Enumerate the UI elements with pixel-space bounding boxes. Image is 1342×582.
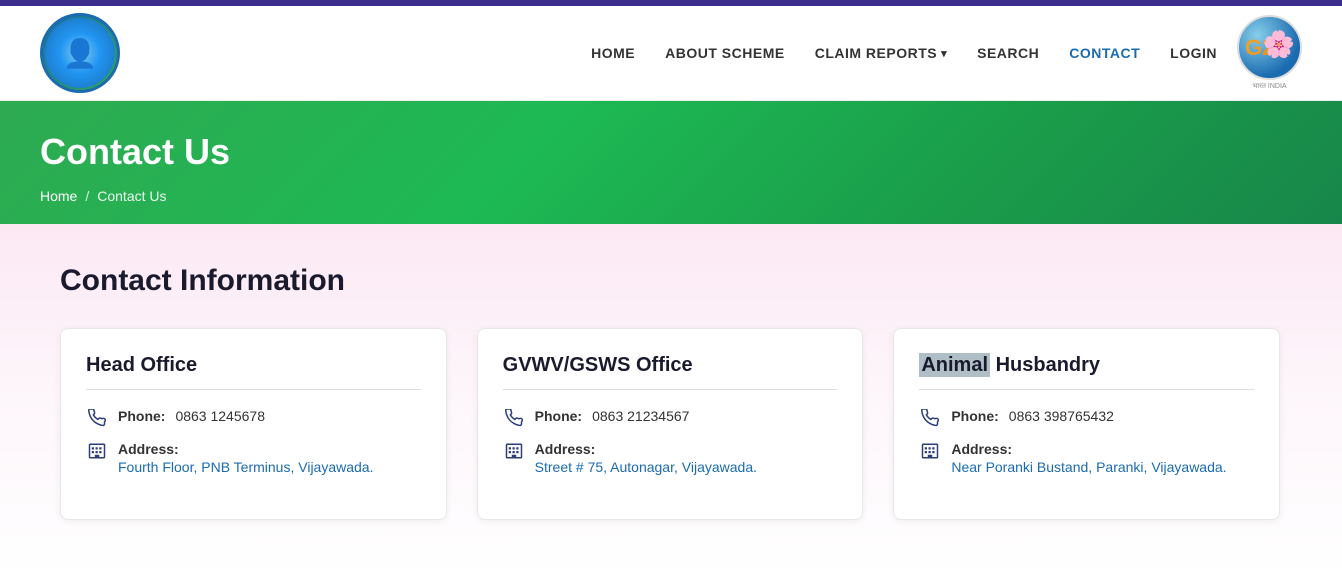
- main-nav: HOME ABOUT SCHEME CLAIM REPORTS ▾ SEARCH…: [591, 45, 1217, 61]
- card-animal-title: Animal Husbandry: [919, 354, 1254, 377]
- breadcrumb-home-link[interactable]: Home: [40, 188, 77, 204]
- phone-icon-2: [503, 409, 525, 427]
- nav-search[interactable]: SEARCH: [977, 45, 1039, 61]
- page-banner: Contact Us Home / Contact Us: [0, 101, 1342, 224]
- phone-icon-3: [919, 409, 941, 427]
- cards-grid: Head Office Phone: 0863 1245678: [60, 328, 1280, 520]
- card-gvwv-title: GVWV/GSWS Office: [503, 354, 838, 377]
- card-head-office: Head Office Phone: 0863 1245678: [60, 328, 447, 520]
- animal-highlight: Animal: [919, 353, 990, 377]
- card-animal-husbandry: Animal Husbandry Phone: 0863 398765432: [893, 328, 1280, 520]
- g20-logo: G20 🌸 भारत INDIA: [1237, 15, 1302, 91]
- building-icon: [86, 442, 108, 460]
- nav-about[interactable]: ABOUT SCHEME: [665, 45, 785, 61]
- building-icon-3: [919, 442, 941, 460]
- card-head-office-title: Head Office: [86, 354, 421, 377]
- site-logo: 👤: [40, 13, 120, 93]
- page-title: Contact Us: [40, 131, 1302, 173]
- phone-label-2: Phone:: [535, 408, 582, 424]
- address-value: Fourth Floor, PNB Terminus, Vijayawada.: [118, 459, 374, 475]
- nav-login[interactable]: LOGIN: [1170, 45, 1217, 61]
- phone-row-2: Phone: 0863 21234567: [503, 408, 838, 427]
- logo-area: 👤: [40, 13, 120, 93]
- phone-value-3: 0863 398765432: [1009, 408, 1114, 424]
- phone-row: Phone: 0863 1245678: [86, 408, 421, 427]
- address-value-2: Street # 75, Autonagar, Vijayawada.: [535, 459, 757, 475]
- nav-contact[interactable]: CONTACT: [1069, 45, 1140, 61]
- card-divider: [86, 389, 421, 390]
- nav-home[interactable]: HOME: [591, 45, 635, 61]
- section-title: Contact Information: [60, 264, 1282, 298]
- address-label-3: Address:: [951, 441, 1226, 457]
- address-value-3: Near Poranki Bustand, Paranki, Vijayawad…: [951, 459, 1226, 475]
- breadcrumb-separator: /: [85, 188, 89, 204]
- phone-icon: [86, 409, 108, 427]
- phone-label-3: Phone:: [951, 408, 998, 424]
- address-label: Address:: [118, 441, 374, 457]
- address-row-2: Address: Street # 75, Autonagar, Vijayaw…: [503, 441, 838, 475]
- header: 👤 HOME ABOUT SCHEME CLAIM REPORTS ▾ SEAR…: [0, 6, 1342, 101]
- card-divider-2: [503, 389, 838, 390]
- breadcrumb-current: Contact Us: [97, 188, 166, 204]
- card-gvwv-office: GVWV/GSWS Office Phone: 0863 21234567: [477, 328, 864, 520]
- phone-value-2: 0863 21234567: [592, 408, 689, 424]
- phone-row-3: Phone: 0863 398765432: [919, 408, 1254, 427]
- g20-circle: G20 🌸: [1237, 15, 1302, 80]
- address-row-3: Address: Near Poranki Bustand, Paranki, …: [919, 441, 1254, 475]
- phone-value: 0863 1245678: [175, 408, 265, 424]
- breadcrumb: Home / Contact Us: [40, 188, 1302, 204]
- claims-dropdown-arrow: ▾: [941, 47, 947, 60]
- main-content: Contact Information Head Office Phone: 0…: [0, 224, 1342, 574]
- building-icon-2: [503, 442, 525, 460]
- phone-label: Phone:: [118, 408, 165, 424]
- nav-claims[interactable]: CLAIM REPORTS ▾: [815, 45, 947, 61]
- address-label-2: Address:: [535, 441, 757, 457]
- address-row: Address: Fourth Floor, PNB Terminus, Vij…: [86, 441, 421, 475]
- card-divider-3: [919, 389, 1254, 390]
